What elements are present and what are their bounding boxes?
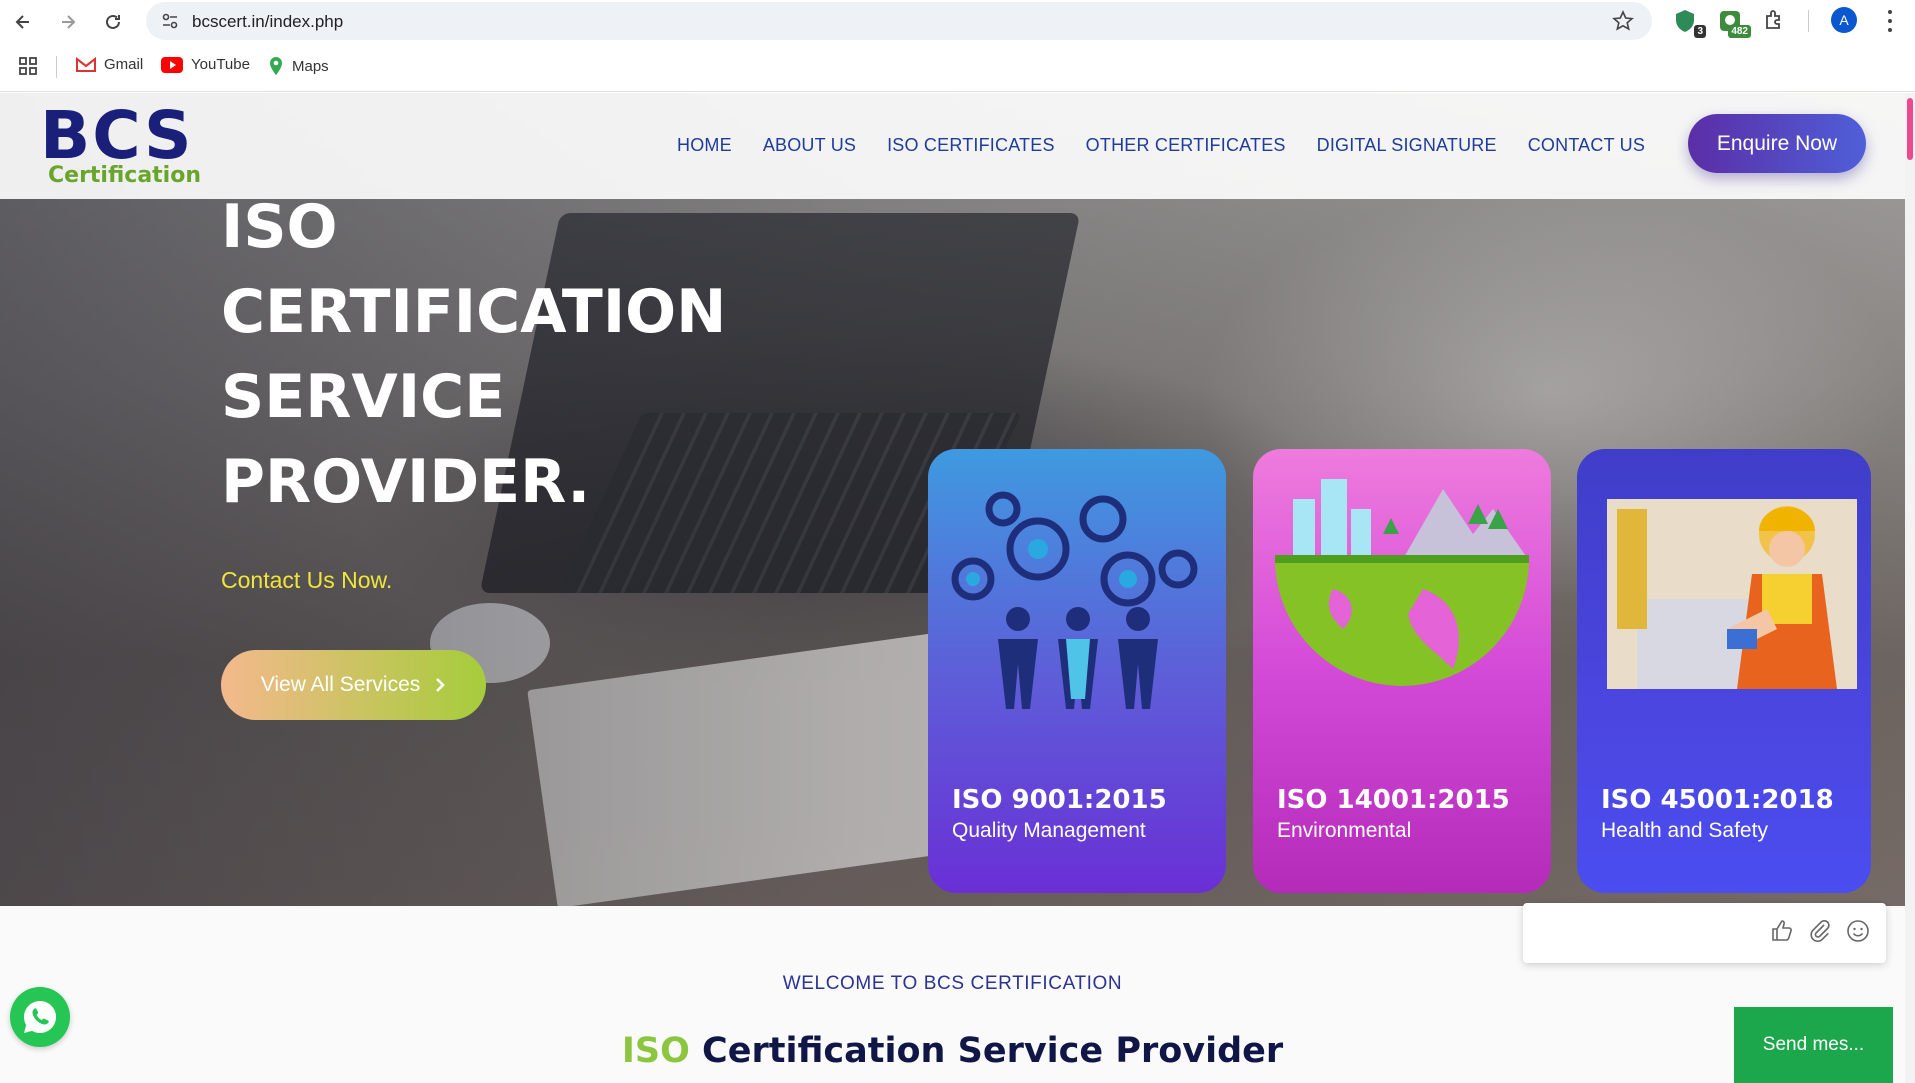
browser-toolbar: bcscert.in/index.php 3 482 A: [0, 0, 1915, 42]
chat-actions: [1770, 919, 1870, 943]
view-all-services-label: View All Services: [260, 673, 421, 696]
card-title: ISO 45001:2018: [1601, 785, 1834, 815]
nav-contact-us[interactable]: CONTACT US: [1528, 135, 1645, 156]
youtube-icon: [161, 56, 183, 73]
arrow-right-icon: [62, 15, 76, 29]
hero-title-line: CERTIFICATION: [221, 277, 727, 347]
chat-input-box[interactable]: [1523, 903, 1886, 963]
extension-badge: 482: [1728, 25, 1751, 38]
card-subtitle: Quality Management: [952, 819, 1146, 842]
page-scrollbar-thumb[interactable]: [1907, 98, 1913, 160]
nav-about-us[interactable]: ABOUT US: [763, 135, 856, 156]
logo-text: BCS: [40, 97, 194, 174]
maps-icon: [270, 57, 282, 75]
nav-iso-certificates[interactable]: ISO CERTIFICATES: [887, 135, 1055, 156]
page-viewport: ISO CERTIFICATION SERVICE PROVIDER. Cont…: [0, 93, 1915, 1083]
gears-people-illustration: [951, 491, 1198, 709]
bookmarks-bar: Gmail YouTube Maps: [0, 42, 1915, 92]
toolbar-divider: [1808, 10, 1809, 32]
nav-digital-signature[interactable]: DIGITAL SIGNATURE: [1317, 135, 1497, 156]
bcs-logo[interactable]: BCS Certification: [40, 97, 202, 191]
green-earth-city-illustration: [1275, 479, 1529, 686]
card-title: ISO 14001:2015: [1277, 785, 1510, 815]
bookmark-label: Maps: [292, 57, 329, 75]
whatsapp-button[interactable]: [10, 987, 70, 1047]
forward-button[interactable]: [54, 8, 82, 36]
card-iso-9001[interactable]: ISO 9001:2015 Quality Management: [928, 449, 1226, 893]
address-bar[interactable]: bcscert.in/index.php: [146, 2, 1652, 40]
nav-other-certificates[interactable]: OTHER CERTIFICATES: [1086, 135, 1286, 156]
send-message-button[interactable]: Send mes...: [1734, 1007, 1893, 1083]
apps-grid-icon[interactable]: [18, 56, 38, 76]
back-button[interactable]: [9, 8, 37, 36]
bookmark-youtube[interactable]: YouTube: [161, 56, 250, 73]
card-iso-45001[interactable]: ISO 45001:2018 Health and Safety: [1577, 449, 1871, 893]
welcome-tagline: WELCOME TO BCS CERTIFICATION: [782, 973, 1123, 994]
gmail-icon: [76, 56, 96, 72]
page-scrollbar[interactable]: [1905, 93, 1915, 1083]
extensions-puzzle-icon[interactable]: [1763, 8, 1793, 36]
url-text[interactable]: bcscert.in/index.php: [192, 12, 343, 32]
safety-worker-illustration: [1607, 499, 1857, 689]
section-heading: ISO Certification Service Provider: [0, 1031, 1905, 1071]
emoji-icon[interactable]: [1846, 919, 1870, 943]
view-all-services-button[interactable]: View All Services: [221, 650, 486, 720]
card-title: ISO 9001:2015: [952, 785, 1167, 815]
hero-title-line: PROVIDER.: [221, 447, 591, 517]
bookmarks-divider: [56, 56, 57, 78]
card-subtitle: Health and Safety: [1601, 819, 1768, 842]
bookmark-maps[interactable]: Maps: [268, 56, 329, 76]
heading-highlight: ISO: [621, 1031, 690, 1071]
site-settings-icon[interactable]: [160, 11, 180, 36]
bookmark-star-icon[interactable]: [1612, 10, 1634, 37]
whatsapp-icon: [23, 1001, 57, 1033]
shield-extension-icon[interactable]: 3: [1672, 8, 1706, 38]
reload-button[interactable]: [99, 8, 127, 36]
heading-text: Certification Service Provider: [702, 1031, 1284, 1071]
site-header: BCS Certification HOME ABOUT US ISO CERT…: [0, 93, 1905, 199]
hero-section: ISO CERTIFICATION SERVICE PROVIDER. Cont…: [0, 93, 1915, 909]
hero-title: ISO CERTIFICATION SERVICE PROVIDER.: [221, 185, 726, 525]
bookmark-gmail[interactable]: Gmail: [76, 56, 143, 73]
extension-badge: 3: [1694, 25, 1706, 38]
card-subtitle: Environmental: [1277, 819, 1412, 842]
enquire-now-button[interactable]: Enquire Now: [1688, 114, 1866, 173]
browser-menu-icon[interactable]: [1884, 8, 1896, 34]
reload-icon: [106, 14, 120, 29]
bookmark-label: Gmail: [104, 56, 144, 73]
contact-now-link[interactable]: Contact Us Now.: [221, 567, 392, 594]
thumbs-up-icon[interactable]: [1770, 919, 1794, 943]
bookmark-label: YouTube: [191, 56, 250, 73]
hero-title-line: SERVICE: [221, 362, 506, 432]
counter-extension-icon[interactable]: 482: [1717, 8, 1751, 38]
main-navigation: HOME ABOUT US ISO CERTIFICATES OTHER CER…: [677, 135, 1645, 156]
card-iso-14001[interactable]: ISO 14001:2015 Environmental: [1253, 449, 1551, 893]
chevron-right-icon: [436, 678, 446, 692]
nav-home[interactable]: HOME: [677, 135, 732, 156]
logo-subtext: Certification: [48, 163, 202, 188]
attachment-icon[interactable]: [1808, 919, 1832, 943]
arrow-left-icon: [15, 15, 29, 29]
profile-avatar[interactable]: A: [1831, 7, 1857, 33]
